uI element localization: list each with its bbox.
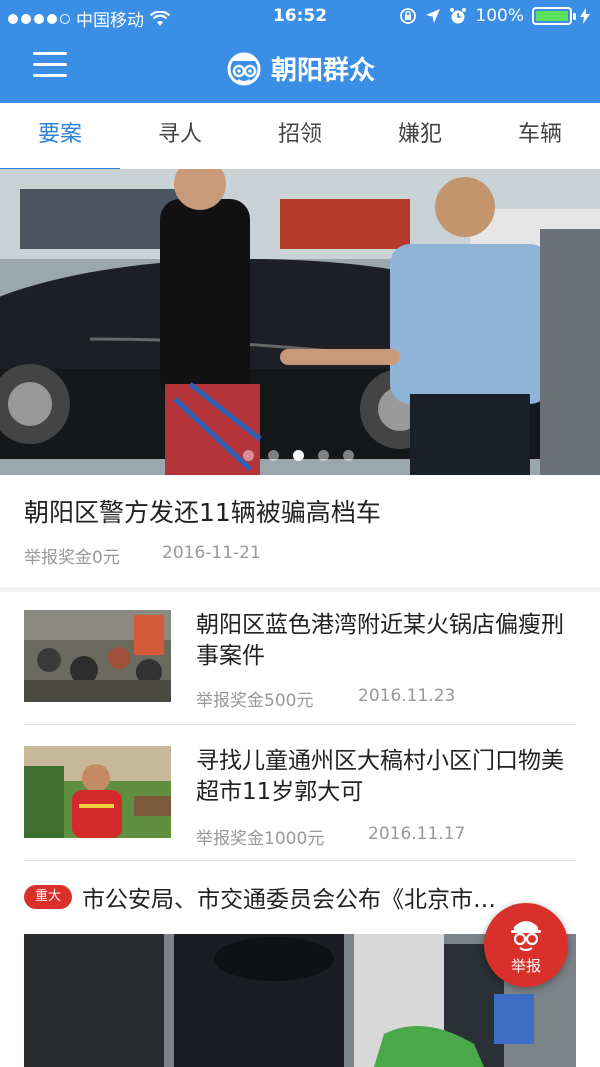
major-badge: 重大 [24,885,72,909]
item-thumbnail [24,610,171,702]
item-reward: 举报奖金500元 [196,691,314,711]
item-date: 2016.11.23 [358,686,456,706]
category-tabs: 要案 寻人 招领 嫌犯 车辆 [0,103,600,171]
item-thumbnail [24,746,171,838]
rotation-lock-icon [400,8,417,24]
hero-title: 朝阳区警方发还11辆被骗高档车 [24,498,381,527]
logo-icon [227,52,261,86]
list-item[interactable]: 寻找儿童通州区大稿村小区门口物美超市11岁郭大可 举报奖金1000元 2016.… [0,738,600,860]
top-bar: 中国移动 16:52 100% 朝阳群众 [0,0,600,103]
hero-date: 2016-11-21 [162,543,261,563]
masked-person-icon [511,921,541,951]
hero-reward: 举报奖金0元 [24,548,120,568]
item-reward: 举报奖金1000元 [196,829,325,849]
featured-title[interactable]: 市公安局、市交通委员会公布《北京市… [82,880,552,914]
report-button[interactable]: 举报 [484,903,568,987]
report-label: 举报 [510,957,541,975]
item-title: 寻找儿童通州区大稿村小区门口物美超市11岁郭大可 [196,748,564,805]
item-date: 2016.11.17 [368,824,466,844]
list-item[interactable]: 朝阳区蓝色港湾附近某火锅店偏瘦刑事案件 举报奖金500元 2016.11.23 [0,600,600,724]
tab-suspects[interactable]: 嫌犯 [360,103,480,169]
status-bar: 中国移动 16:52 100% [0,0,600,34]
battery-percent: 100% [475,6,524,26]
charging-icon [580,8,590,24]
carousel-indicator[interactable] [243,450,354,461]
hero-photo [0,169,600,475]
app-root: 中国移动 16:52 100% 朝阳群众 要案 寻人 招领 嫌犯 车辆 朝阳区警… [0,0,600,1067]
app-title: 朝阳群众 [270,55,375,86]
divider [24,860,576,861]
item-title: 朝阳区蓝色港湾附近某火锅店偏瘦刑事案件 [196,612,564,669]
location-icon [426,9,441,23]
tab-vehicles[interactable]: 车辆 [480,103,600,169]
tab-lost-and-found[interactable]: 招领 [240,103,360,169]
brand: 朝阳群众 [0,44,600,92]
hero-info[interactable]: 朝阳区警方发还11辆被骗高档车 举报奖金0元 2016-11-21 [0,475,600,587]
tab-missing-persons[interactable]: 寻人 [120,103,240,169]
tab-major-cases[interactable]: 要案 [0,103,120,171]
battery-icon [532,7,576,25]
divider [24,724,576,725]
alarm-icon [450,8,467,24]
hero-image[interactable] [0,169,600,475]
